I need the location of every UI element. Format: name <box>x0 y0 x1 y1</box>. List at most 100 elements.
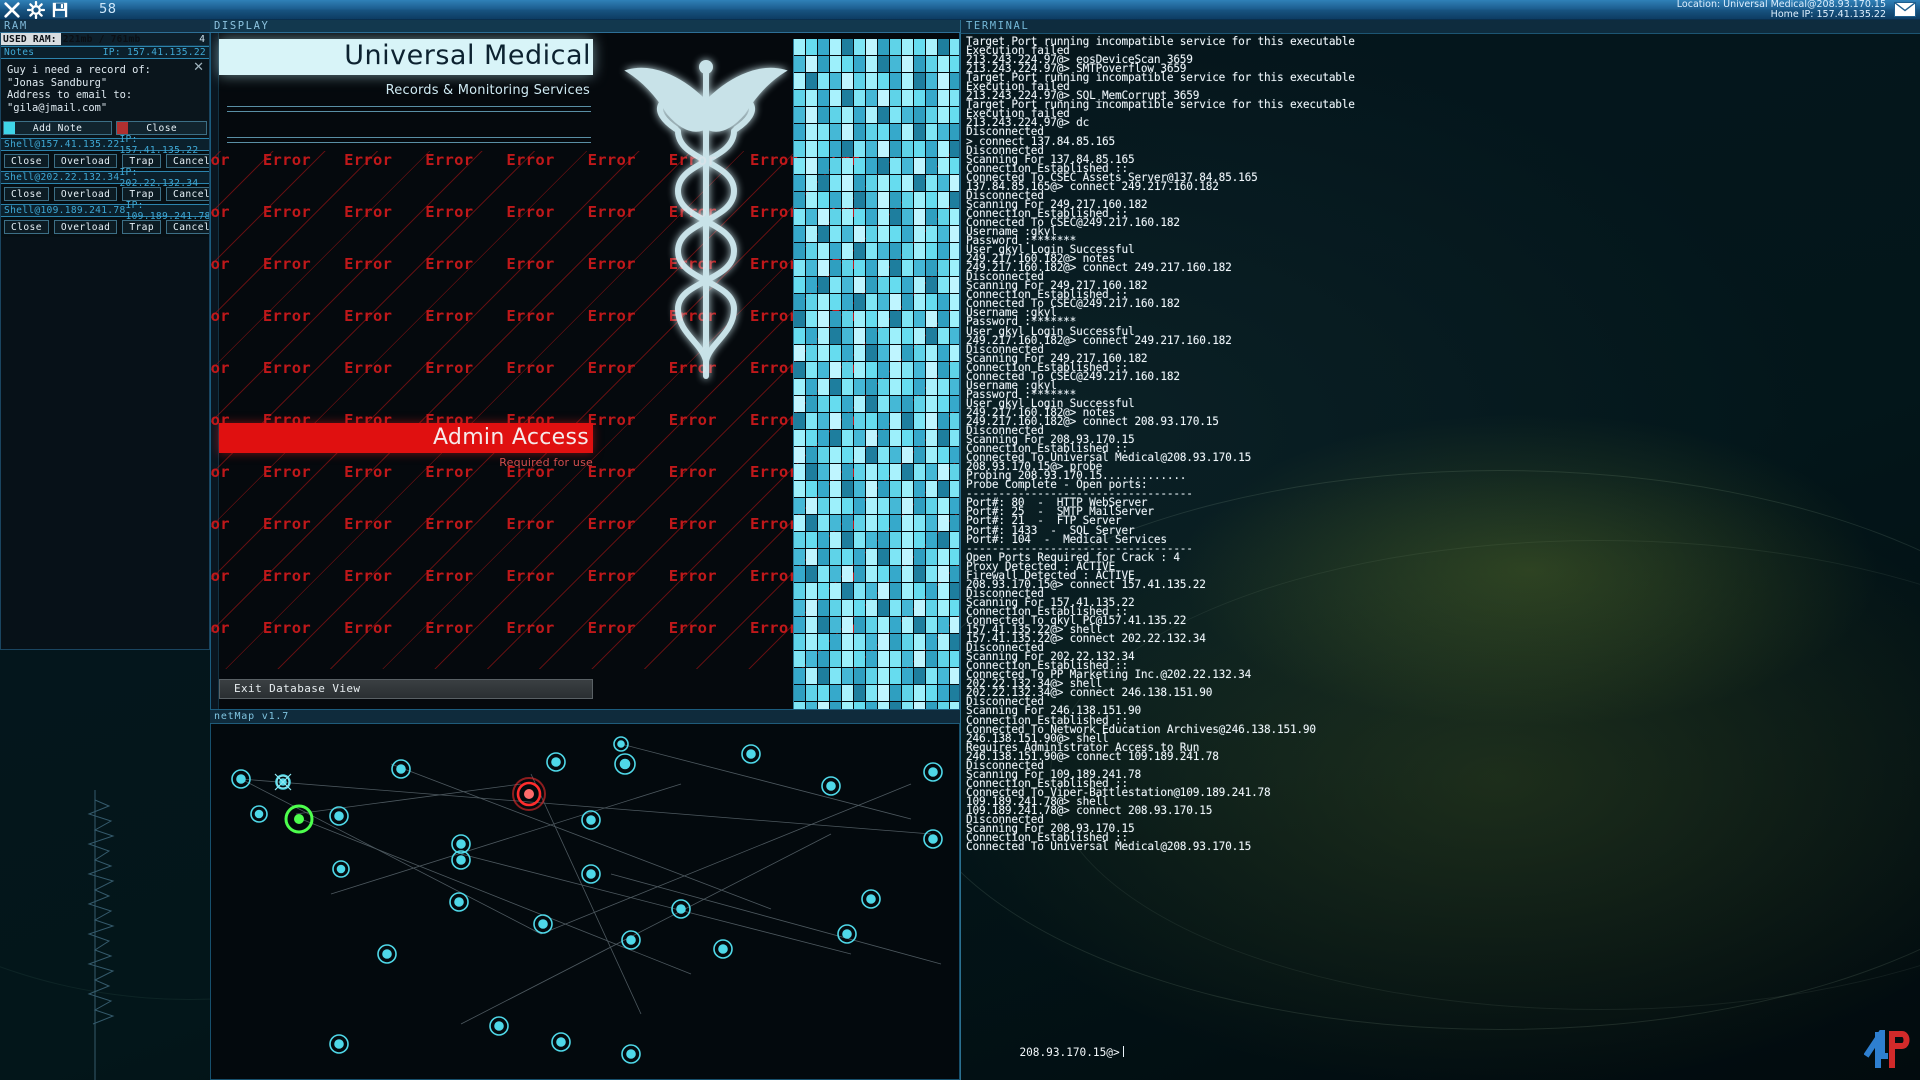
mosaic-tile <box>830 56 841 72</box>
mosaic-tile <box>806 175 817 191</box>
shell-1-cancel-button[interactable]: Cancel <box>166 154 209 168</box>
terminal-body[interactable]: Target Port running incompatible service… <box>960 34 1920 1080</box>
mosaic-tile <box>938 243 949 259</box>
mosaic-tile <box>818 56 829 72</box>
mosaic-tile <box>914 379 925 395</box>
mosaic-tile <box>890 515 901 531</box>
shell-2-cancel-button[interactable]: Cancel <box>166 187 209 201</box>
mosaic-tile <box>914 328 925 344</box>
mosaic-tile <box>806 56 817 72</box>
mosaic-tile <box>878 362 889 378</box>
error-label: Error <box>425 203 474 221</box>
shell-3-trap-button[interactable]: Trap <box>122 220 162 234</box>
mosaic-tile <box>950 464 959 480</box>
mosaic-tile <box>854 430 865 446</box>
netmap-nodes[interactable] <box>231 736 943 1064</box>
error-label: Error <box>587 411 636 429</box>
netmap-graph[interactable] <box>211 724 960 1080</box>
mosaic-tile <box>926 379 937 395</box>
add-note-button[interactable]: Add Note <box>3 121 113 135</box>
shell-1-overload-button[interactable]: Overload <box>53 154 118 168</box>
ram-usage-bar: USED RAM: 221mb / 761mb 4 <box>1 33 209 46</box>
mosaic-tile <box>842 158 853 174</box>
shell-2-trap-button[interactable]: Trap <box>122 187 162 201</box>
mosaic-tile <box>866 39 877 55</box>
mosaic-tile <box>806 277 817 293</box>
ram-module-notes: Notes IP: 157.41.135.22 ✕ Guy i need a r… <box>1 46 209 138</box>
mosaic-tile <box>950 549 959 565</box>
mosaic-tile <box>866 651 877 667</box>
mosaic-tile <box>854 617 865 633</box>
shell-1-close-button[interactable]: Close <box>4 154 49 168</box>
mosaic-tile <box>830 294 841 310</box>
terminal-prompt[interactable]: 208.93.170.15@> <box>966 1033 1124 1072</box>
mail-icon[interactable] <box>1894 2 1916 17</box>
mosaic-tile <box>794 175 805 191</box>
netmap-node-flagged[interactable] <box>274 773 292 791</box>
shell-3-cancel-button[interactable]: Cancel <box>166 220 209 234</box>
mosaic-tile <box>938 345 949 361</box>
mosaic-tile <box>794 277 805 293</box>
close-icon[interactable]: ✕ <box>193 61 204 74</box>
mosaic-tile <box>950 141 959 157</box>
mosaic-tile <box>914 549 925 565</box>
shell-2-overload-button[interactable]: Overload <box>53 187 118 201</box>
mosaic-tile <box>818 328 829 344</box>
netmap-node-target[interactable] <box>512 777 546 811</box>
mosaic-tile <box>818 379 829 395</box>
mosaic-tile <box>818 515 829 531</box>
error-label: Error <box>506 307 555 325</box>
settings-gear-icon[interactable] <box>27 0 45 19</box>
mosaic-tile <box>878 583 889 599</box>
error-label: Error <box>668 463 717 481</box>
mosaic-tile <box>878 464 889 480</box>
mosaic-tile <box>914 73 925 89</box>
mosaic-tile <box>902 617 913 633</box>
shell-2-close-button[interactable]: Close <box>4 187 49 201</box>
mosaic-tile <box>854 532 865 548</box>
mosaic-tile <box>926 498 937 514</box>
mosaic-tile <box>854 294 865 310</box>
netmap-node-home[interactable] <box>284 804 314 834</box>
mosaic-tile <box>926 311 937 327</box>
close-note-button[interactable]: Close <box>116 121 207 135</box>
mosaic-tile <box>842 90 853 106</box>
mosaic-tile <box>854 124 865 140</box>
game-root: 58 Location: Universal Medical@208.93.17… <box>0 0 1920 1080</box>
location-info: Location: Universal Medical@208.93.170.1… <box>1677 0 1886 20</box>
mosaic-tile <box>878 566 889 582</box>
terminal-line: Target Port running incompatible service… <box>966 71 1355 85</box>
mosaic-tile <box>878 175 889 191</box>
netmap-body[interactable] <box>210 724 960 1080</box>
exit-database-view-button[interactable]: Exit Database View <box>219 679 593 699</box>
mosaic-tile <box>866 226 877 242</box>
mosaic-tile <box>902 583 913 599</box>
mosaic-tile <box>818 107 829 123</box>
mosaic-tile <box>806 515 817 531</box>
mosaic-tile <box>866 532 877 548</box>
save-disk-icon[interactable] <box>51 1 69 19</box>
mosaic-tile <box>902 413 913 429</box>
mosaic-tile <box>794 107 805 123</box>
mosaic-tile <box>842 362 853 378</box>
mosaic-tile <box>878 73 889 89</box>
mosaic-tile <box>830 277 841 293</box>
mosaic-tile <box>938 73 949 89</box>
shell-3-close-button[interactable]: Close <box>4 220 49 234</box>
mosaic-tile <box>854 39 865 55</box>
error-label: Error <box>506 619 555 637</box>
fourplayers-logo <box>1864 1030 1910 1068</box>
shell-3-overload-button[interactable]: Overload <box>53 220 118 234</box>
close-icon[interactable] <box>3 1 21 19</box>
mosaic-tile <box>794 243 805 259</box>
error-label: Error <box>425 515 474 533</box>
shell-1-trap-button[interactable]: Trap <box>122 154 162 168</box>
mosaic-tile <box>914 311 925 327</box>
home-ip-label: Home IP: 157.41.135.22 <box>1770 8 1886 20</box>
mosaic-tile <box>854 209 865 225</box>
display-panel-title: DISPLAY <box>210 20 960 33</box>
mosaic-tile <box>950 260 959 276</box>
error-label: Error <box>262 359 312 377</box>
mosaic-tile <box>794 515 805 531</box>
mosaic-tile <box>926 651 937 667</box>
